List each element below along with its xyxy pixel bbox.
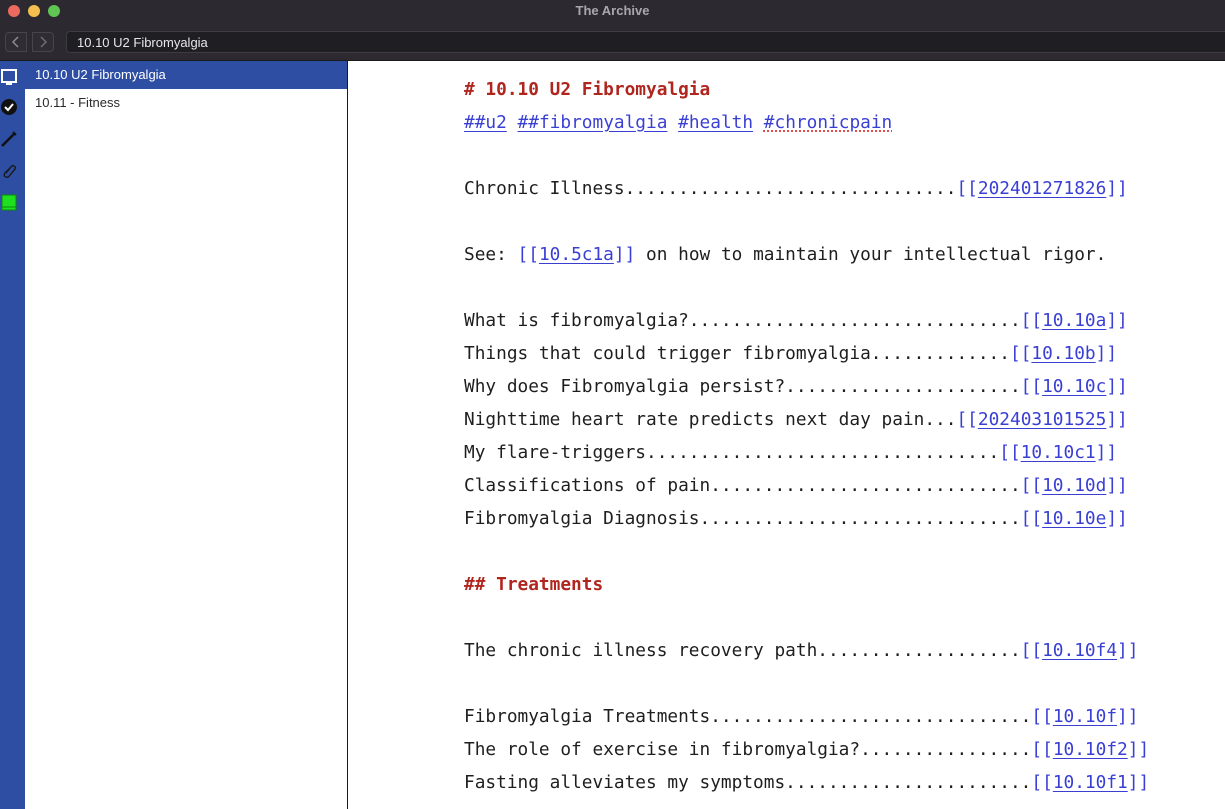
wiki-link[interactable]: 10.10c1 bbox=[1021, 442, 1096, 463]
link-line: The role of exercise in fibromyalgia?...… bbox=[464, 739, 1150, 760]
icon-rail bbox=[0, 61, 25, 809]
wiki-link[interactable]: 10.10e bbox=[1042, 508, 1106, 529]
line-text: Things that could trigger fibromyalgia..… bbox=[464, 343, 1010, 364]
link-line: Fibromyalgia Treatments.................… bbox=[464, 706, 1139, 727]
line-text: The role of exercise in fibromyalgia?...… bbox=[464, 739, 1032, 760]
tag-link[interactable]: ##u2 bbox=[464, 112, 507, 133]
wiki-link[interactable]: 10.10f1 bbox=[1053, 772, 1128, 793]
note-editor[interactable]: # 10.10 U2 Fibromyalgia ##u2 ##fibromyal… bbox=[348, 61, 1225, 809]
line-text: The chronic illness recovery path.......… bbox=[464, 640, 1021, 661]
tag-link[interactable]: #chronicpain bbox=[764, 112, 892, 133]
link-line: Why does Fibromyalgia persist?..........… bbox=[464, 376, 1128, 397]
tag-link[interactable]: #health bbox=[678, 112, 753, 133]
list-item[interactable]: 10.11 - Fitness bbox=[25, 89, 347, 117]
wiki-link[interactable]: 10.10f2 bbox=[1053, 739, 1128, 760]
note-title: # 10.10 U2 Fibromyalgia bbox=[464, 79, 711, 100]
link-line: Classifications of pain.................… bbox=[464, 475, 1128, 496]
link-line: Fibromyalgia Diagnosis..................… bbox=[464, 508, 1128, 529]
line-text: on how to maintain your intellectual rig… bbox=[635, 244, 1107, 265]
link-line: The chronic illness recovery path.......… bbox=[464, 640, 1139, 661]
line-text: Fibromyalgia Treatments.................… bbox=[464, 706, 1032, 727]
section-heading: ## Treatments bbox=[464, 574, 604, 595]
link-line: Things that could trigger fibromyalgia..… bbox=[464, 343, 1118, 364]
wand-icon[interactable] bbox=[0, 129, 20, 149]
toolbar bbox=[0, 22, 1225, 61]
line-text: Nighttime heart rate predicts next day p… bbox=[464, 409, 957, 430]
back-button[interactable] bbox=[5, 32, 27, 52]
line-text: See: bbox=[464, 244, 518, 265]
notes-icon[interactable] bbox=[0, 67, 20, 87]
link-line: Fasting alleviates my symptoms..........… bbox=[464, 772, 1150, 793]
link-line: Nighttime heart rate predicts next day p… bbox=[464, 409, 1128, 430]
tag-link[interactable]: ##fibromyalgia bbox=[518, 112, 668, 133]
see-line: See: [[10.5c1a]] on how to maintain your… bbox=[464, 244, 1107, 265]
title-bar: The Archive bbox=[0, 0, 1225, 22]
wiki-link[interactable]: 202401271826 bbox=[978, 178, 1106, 199]
wiki-link[interactable]: 10.10a bbox=[1042, 310, 1106, 331]
book-icon[interactable] bbox=[0, 193, 20, 213]
wiki-link[interactable]: 10.10d bbox=[1042, 475, 1106, 496]
line-text: My flare-triggers.......................… bbox=[464, 442, 1000, 463]
line-text: What is fibromyalgia?...................… bbox=[464, 310, 1021, 331]
paperclip-icon[interactable] bbox=[0, 161, 20, 181]
window-title: The Archive bbox=[575, 3, 650, 18]
note-list: 10.10 U2 Fibromyalgia 10.11 - Fitness bbox=[25, 61, 347, 809]
forward-button[interactable] bbox=[32, 32, 54, 52]
search-input[interactable] bbox=[66, 31, 1225, 53]
wiki-link[interactable]: 10.10f bbox=[1053, 706, 1117, 727]
line-text: Fibromyalgia Diagnosis..................… bbox=[464, 508, 1021, 529]
line-text: Fasting alleviates my symptoms..........… bbox=[464, 772, 1032, 793]
tag-line: ##u2 ##fibromyalgia #health #chronicpain bbox=[464, 106, 1204, 139]
wiki-link[interactable]: 10.5c1a bbox=[539, 244, 614, 265]
line-text: Chronic Illness.........................… bbox=[464, 178, 957, 199]
chevron-right-icon bbox=[40, 36, 48, 48]
wiki-link[interactable]: 10.10f4 bbox=[1042, 640, 1117, 661]
link-line: What is fibromyalgia?...................… bbox=[464, 310, 1128, 331]
link-line: Chronic Illness.........................… bbox=[464, 178, 1128, 199]
wiki-link[interactable]: 202403101525 bbox=[978, 409, 1106, 430]
line-text: Why does Fibromyalgia persist?..........… bbox=[464, 376, 1021, 397]
wiki-link[interactable]: 10.10c bbox=[1042, 376, 1106, 397]
link-line: My flare-triggers.......................… bbox=[464, 442, 1118, 463]
checkmark-icon[interactable] bbox=[0, 97, 20, 117]
line-text: Classifications of pain.................… bbox=[464, 475, 1021, 496]
chevron-left-icon bbox=[11, 36, 19, 48]
list-item[interactable]: 10.10 U2 Fibromyalgia bbox=[25, 61, 347, 89]
app-window: The Archive 10.10 U2 Fibromyalgia 10.10 … bbox=[0, 0, 1225, 809]
wiki-link[interactable]: 10.10b bbox=[1031, 343, 1095, 364]
